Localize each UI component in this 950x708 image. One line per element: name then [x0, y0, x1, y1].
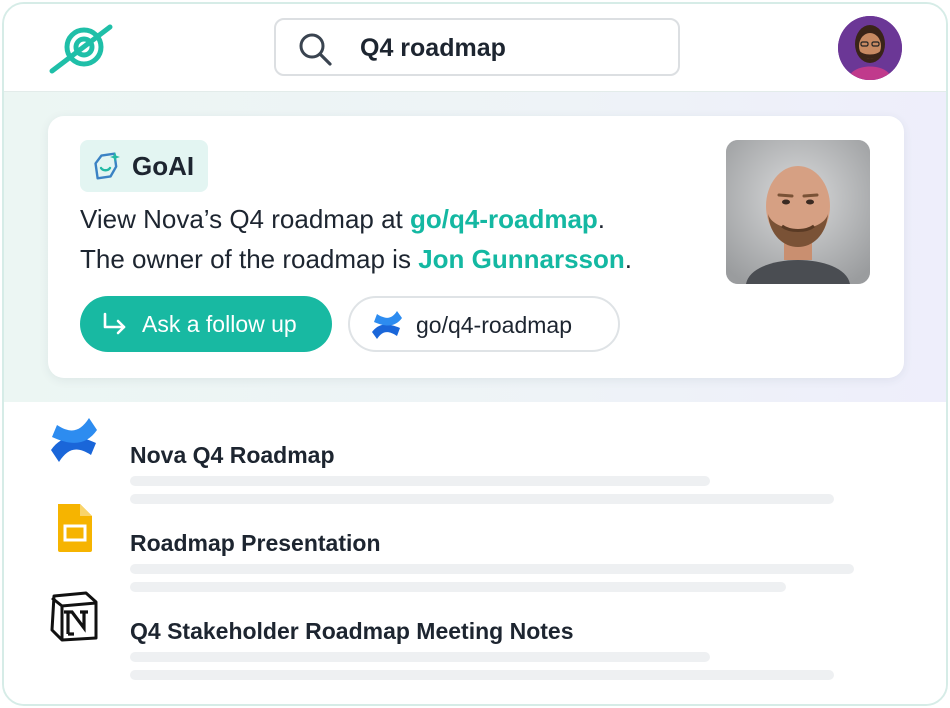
notion-icon — [50, 591, 98, 642]
google-slides-icon — [58, 504, 92, 552]
roadmap-link[interactable]: go/q4-roadmap — [410, 204, 598, 234]
answer-text: . — [624, 244, 632, 274]
roadmap-link-button-label: go/q4-roadmap — [416, 312, 572, 338]
result-item[interactable]: Q4 Stakeholder Roadmap Meeting Notes — [4, 582, 946, 680]
answer-line-2: The owner of the roadmap is Jon Gunnarss… — [80, 244, 632, 275]
confluence-icon — [51, 418, 97, 462]
result-item[interactable]: Nova Q4 Roadmap — [4, 406, 946, 504]
answer-text: . — [597, 204, 606, 234]
owner-link[interactable]: Jon Gunnarsson — [418, 244, 625, 274]
search-input[interactable] — [360, 30, 660, 66]
result-title[interactable]: Q4 Stakeholder Roadmap Meeting Notes — [130, 618, 573, 645]
ask-follow-up-label: Ask a follow up — [142, 311, 297, 337]
search-bar[interactable] — [274, 18, 680, 76]
ask-follow-up-button[interactable]: Ask a follow up — [80, 296, 332, 352]
goai-sparkle-icon — [94, 152, 120, 180]
roadmap-link-button[interactable]: go/q4-roadmap — [348, 296, 620, 352]
answer-text: View Nova’s Q4 roadmap at — [80, 204, 410, 234]
snippet-placeholder — [130, 564, 854, 574]
goai-badge: GoAI — [80, 140, 208, 192]
search-icon — [299, 33, 332, 66]
app-window: GoAI View Nova’s Q4 roadmap at go/q4-roa… — [2, 2, 948, 706]
header — [4, 4, 946, 92]
owner-photo-image — [726, 140, 870, 284]
ai-answer-section: GoAI View Nova’s Q4 roadmap at go/q4-roa… — [4, 92, 946, 402]
snippet-placeholder — [130, 652, 710, 662]
snippet-placeholder — [130, 476, 710, 486]
user-avatar-image — [838, 16, 902, 80]
answer-line-1: View Nova’s Q4 roadmap at go/q4-roadmap. — [80, 204, 605, 235]
answer-text: The owner of the roadmap is — [80, 244, 419, 274]
user-avatar[interactable] — [838, 16, 902, 80]
result-title[interactable]: Roadmap Presentation — [130, 530, 381, 557]
snippet-placeholder — [130, 670, 834, 680]
search-results: Nova Q4 Roadmap Roadmap Presentation Q4 … — [4, 402, 946, 704]
result-item[interactable]: Roadmap Presentation — [4, 494, 946, 592]
reply-arrow-icon — [103, 312, 126, 335]
app-logo-icon[interactable] — [48, 23, 114, 75]
ai-answer-card: GoAI View Nova’s Q4 roadmap at go/q4-roa… — [48, 116, 904, 378]
result-title[interactable]: Nova Q4 Roadmap — [130, 442, 335, 469]
owner-photo — [726, 140, 870, 284]
goai-label: GoAI — [132, 151, 195, 181]
confluence-icon — [372, 311, 402, 339]
